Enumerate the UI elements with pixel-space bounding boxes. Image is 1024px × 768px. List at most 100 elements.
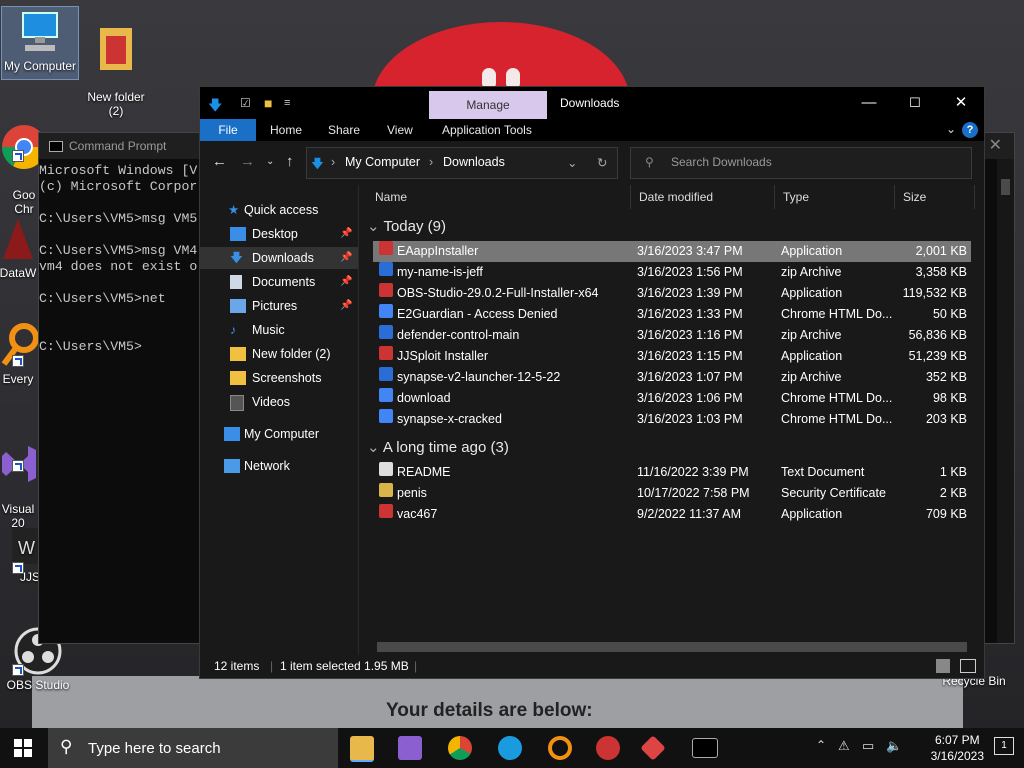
file-row[interactable]: synapse-x-cracked 3/16/2023 1:03 PM Chrome… — [373, 409, 971, 430]
file-date: 3/16/2023 1:06 PM — [637, 391, 743, 405]
tab-share[interactable]: Share — [328, 119, 360, 141]
file-row[interactable]: defender-control-main 3/16/2023 1:16 PM zi… — [373, 325, 971, 346]
app-taskbar-icon[interactable] — [640, 735, 666, 761]
desktop-icon-new-folder[interactable]: New folder (2) — [78, 8, 154, 118]
column-size[interactable]: Size — [895, 185, 975, 209]
manage-tab[interactable]: Manage — [429, 91, 547, 119]
up-arrow-icon[interactable]: ↑ — [286, 153, 294, 170]
group-header-long-ago[interactable]: A long time ago (3) — [367, 438, 509, 456]
new-folder-icon[interactable]: ■ — [264, 95, 272, 111]
network-icon[interactable]: ▭ — [862, 738, 874, 754]
nav-label: Downloads — [252, 251, 314, 265]
explorer-titlebar[interactable]: 🡇 ☑ ■ ≡ Manage Downloads — ☐ ✕ — [200, 87, 984, 119]
group-header-today[interactable]: Today (9) — [367, 217, 446, 235]
expand-ribbon-icon[interactable]: ⌄ — [946, 122, 956, 136]
everything-taskbar-icon[interactable] — [548, 736, 572, 760]
visual-studio-taskbar-icon[interactable] — [398, 736, 422, 760]
file-type-icon — [379, 262, 393, 276]
status-divider: | — [414, 659, 418, 673]
file-row[interactable]: download 3/16/2023 1:06 PM Chrome HTML Do.… — [373, 388, 971, 409]
ribbon-tabs: File Home Share View Application Tools ⌄… — [200, 119, 984, 141]
nav-my-computer[interactable]: My Computer — [200, 423, 358, 445]
file-row[interactable]: E2Guardian - Access Denied 3/16/2023 1:33… — [373, 304, 971, 325]
close-icon[interactable]: ✕ — [938, 87, 984, 119]
recent-chevron-icon[interactable]: ⌄ — [266, 156, 274, 167]
file-name: E2Guardian - Access Denied — [397, 307, 558, 321]
nav-label: Quick access — [244, 203, 319, 217]
file-explorer-window[interactable]: 🡇 ☑ ■ ≡ Manage Downloads — ☐ ✕ File Home… — [199, 86, 985, 679]
details-view-icon[interactable] — [936, 659, 950, 673]
folder-icon — [230, 371, 246, 385]
desktop-icon-my-computer[interactable]: My Computer — [1, 6, 79, 80]
file-row[interactable]: EAappInstaller 3/16/2023 3:47 PM Applicati… — [373, 241, 971, 262]
show-hidden-icons-icon[interactable]: ⌃ — [816, 738, 826, 752]
nav-screenshots[interactable]: Screenshots — [200, 367, 358, 389]
file-row[interactable]: my-name-is-jeff 3/16/2023 1:56 PM zip Arch… — [373, 262, 971, 283]
nav-pictures[interactable]: Pictures 📌 — [200, 295, 358, 317]
file-row[interactable]: vac467 9/2/2022 11:37 AM Application 709 KB — [373, 504, 971, 525]
address-dropdown-icon[interactable]: ⌄ — [567, 155, 577, 170]
notification-icon[interactable]: 1 — [994, 737, 1014, 755]
nav-downloads[interactable]: 🡇 Downloads 📌 — [200, 247, 358, 269]
horizontal-scrollbar[interactable] — [359, 640, 983, 654]
maximize-icon[interactable]: ☐ — [892, 87, 938, 119]
nav-desktop[interactable]: Desktop 📌 — [200, 223, 358, 245]
cmd-icon — [49, 141, 63, 152]
file-row[interactable]: synapse-v2-launcher-12-5-22 3/16/2023 1:0… — [373, 367, 971, 388]
cmd-taskbar-icon[interactable] — [692, 738, 718, 758]
file-row[interactable]: README 11/16/2022 3:39 PM Text Document 1 K… — [373, 462, 971, 483]
taskbar-search[interactable]: ⚲ Type here to search — [48, 728, 338, 768]
tab-view[interactable]: View — [387, 119, 413, 141]
edge-taskbar-icon[interactable] — [498, 736, 522, 760]
tab-file[interactable]: File — [200, 119, 256, 141]
minimize-icon[interactable]: — — [846, 87, 892, 119]
help-icon[interactable]: ? — [962, 122, 978, 138]
nav-documents[interactable]: Documents 📌 — [200, 271, 358, 293]
breadcrumb-my-computer[interactable]: My Computer — [345, 155, 420, 169]
file-row[interactable]: penis 10/17/2022 7:58 PM Security Certific… — [373, 483, 971, 504]
back-arrow-icon[interactable]: ← — [212, 153, 227, 170]
status-bar: 12 items | 1 item selected 1.95 MB | — [200, 655, 984, 678]
nav-videos[interactable]: Videos — [200, 391, 358, 413]
customize-qa-icon[interactable]: ≡ — [284, 97, 290, 109]
file-name: my-name-is-jeff — [397, 265, 483, 279]
tab-home[interactable]: Home — [270, 119, 302, 141]
refresh-icon[interactable]: ↻ — [597, 155, 607, 170]
search-box[interactable]: ⚲ Search Downloads — [630, 147, 972, 179]
address-bar[interactable]: 🡇 › My Computer › Downloads ⌄ ↻ — [306, 147, 618, 179]
nav-music[interactable]: ♪ Music — [200, 319, 358, 341]
windows-start-icon[interactable] — [14, 739, 32, 757]
desktop-icon-label: My Computer — [3, 59, 77, 73]
shortcut-arrow-icon — [12, 562, 24, 574]
column-type[interactable]: Type — [775, 185, 895, 209]
system-clock[interactable]: 6:07 PM 3/16/2023 — [931, 732, 984, 764]
nav-network[interactable]: Network — [200, 455, 358, 477]
cmd-scrollbar[interactable] — [997, 159, 1014, 643]
chrome-taskbar-icon[interactable] — [448, 736, 472, 760]
desktop-icon-label: Every — [2, 372, 34, 386]
file-explorer-taskbar-icon[interactable] — [350, 736, 374, 762]
file-type-icon — [379, 325, 393, 339]
forward-arrow-icon[interactable]: → — [240, 153, 255, 170]
nav-new-folder-2[interactable]: New folder (2) — [200, 343, 358, 365]
file-row[interactable]: JJSploit Installer 3/16/2023 1:15 PM Appli… — [373, 346, 971, 367]
volume-icon[interactable]: 🔈 — [886, 738, 902, 754]
navigation-pane: ★ Quick access Desktop 📌 🡇 Downloads 📌 Docum… — [200, 185, 359, 655]
file-type-icon — [379, 367, 393, 381]
app-taskbar-icon[interactable] — [596, 736, 620, 760]
properties-icon[interactable]: ☑ — [240, 96, 251, 110]
thumbnail-view-icon[interactable] — [960, 659, 976, 673]
column-date-modified[interactable]: Date modified — [631, 185, 775, 209]
file-date: 10/17/2022 7:58 PM — [637, 486, 750, 500]
search-icon: ⚲ — [60, 737, 73, 756]
breadcrumb-separator-icon: › — [331, 155, 336, 169]
security-icon[interactable]: ⚠ — [838, 738, 850, 754]
tab-application-tools[interactable]: Application Tools — [442, 119, 532, 141]
taskbar: ⚲ Type here to search ⌃ ⚠ ▭ 🔈 6:07 PM 3/… — [0, 728, 1024, 768]
nav-quick-access[interactable]: ★ Quick access — [200, 199, 358, 221]
column-name[interactable]: Name — [367, 185, 631, 209]
breadcrumb-downloads[interactable]: Downloads — [443, 155, 505, 169]
cmd-close-icon[interactable]: ✕ — [989, 133, 1002, 159]
file-row[interactable]: OBS-Studio-29.0.2-Full-Installer-x64 3/16… — [373, 283, 971, 304]
search-icon: ⚲ — [645, 155, 654, 169]
